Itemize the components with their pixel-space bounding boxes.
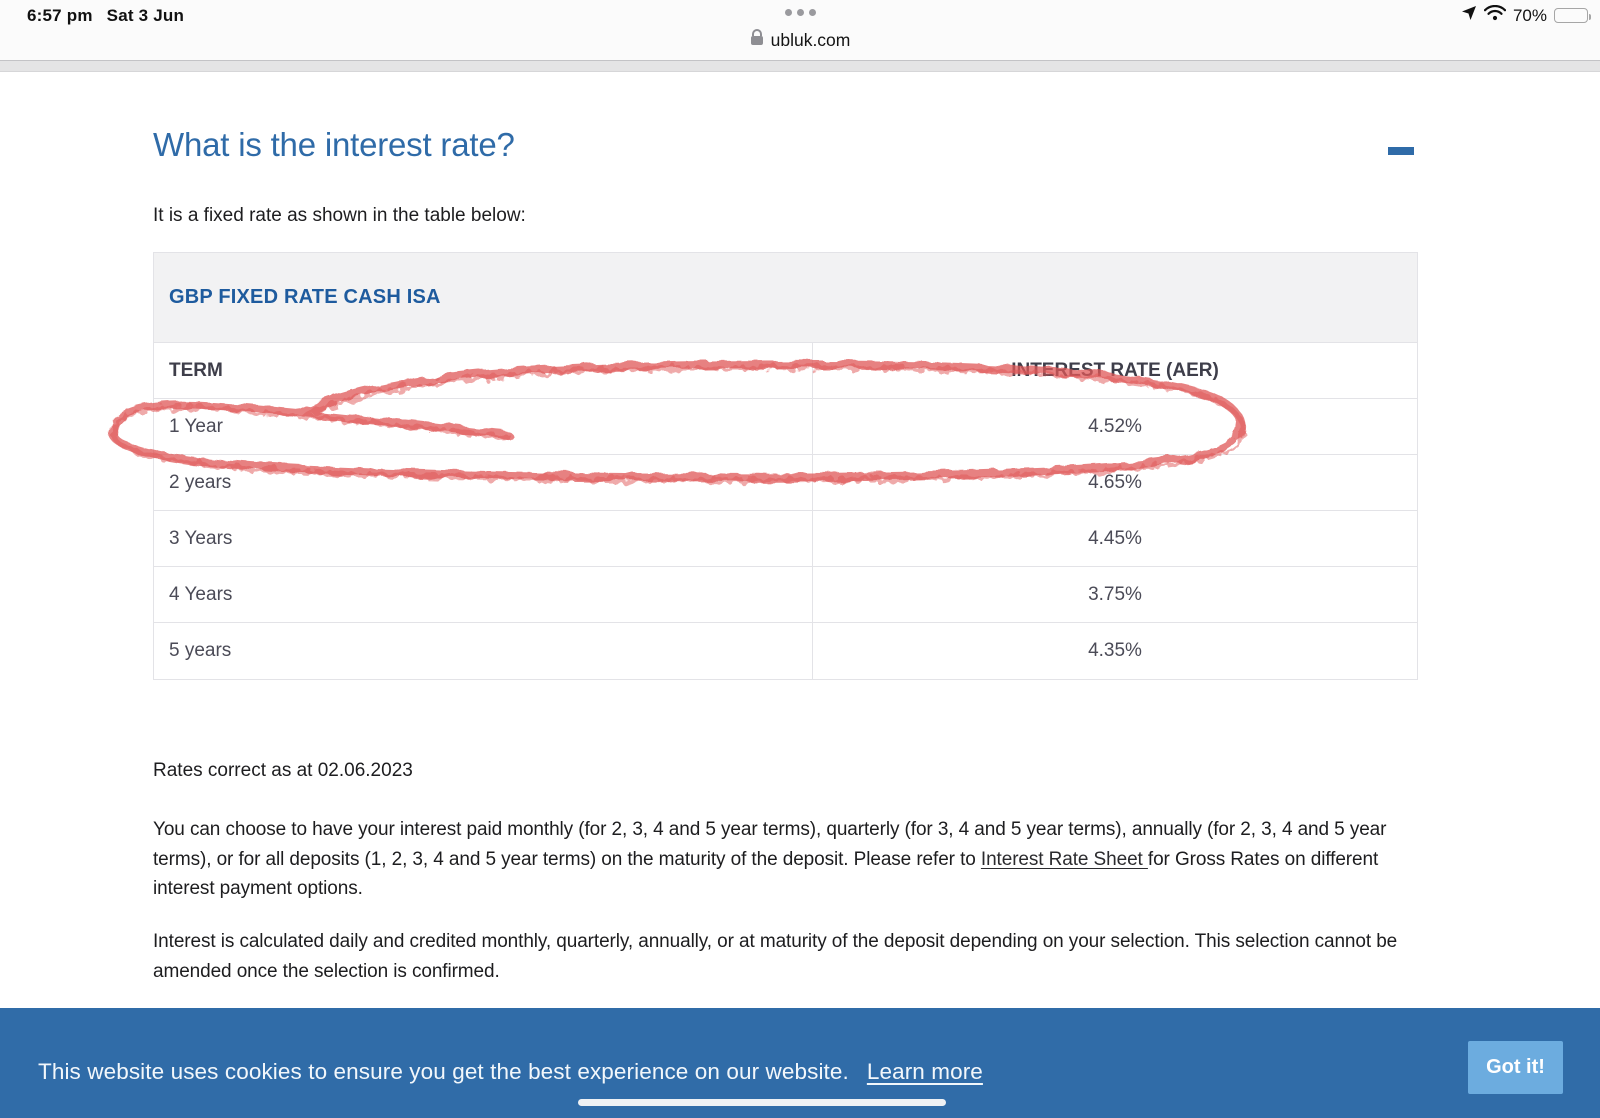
more-tabs-dots-icon[interactable] xyxy=(0,9,1600,16)
minus-collapse-icon[interactable] xyxy=(1388,147,1414,155)
table-header-row: TERM INTEREST RATE (AER) xyxy=(154,343,1417,399)
table-caption: GBP FIXED RATE CASH ISA xyxy=(154,253,1417,343)
term-cell: 4 Years xyxy=(154,567,813,622)
table-row: 4 Years 3.75% xyxy=(154,567,1417,623)
lock-icon xyxy=(750,29,764,51)
wifi-icon xyxy=(1484,5,1506,26)
address-bar[interactable]: ubluk.com xyxy=(0,29,1600,51)
location-arrow-icon xyxy=(1461,5,1477,26)
learn-more-link[interactable]: Learn more xyxy=(867,1059,983,1084)
got-it-button[interactable]: Got it! xyxy=(1468,1041,1563,1094)
term-cell: 1 Year xyxy=(154,399,813,454)
rate-cell: 3.75% xyxy=(813,567,1417,622)
table-row: 1 Year 4.52% xyxy=(154,399,1417,455)
battery-icon xyxy=(1554,8,1588,23)
cookie-message: This website uses cookies to ensure you … xyxy=(38,1059,983,1085)
term-cell: 5 years xyxy=(154,623,813,679)
rate-cell: 4.65% xyxy=(813,455,1417,510)
table-row: 5 years 4.35% xyxy=(154,623,1417,679)
page-content: What is the interest rate? It is a fixed… xyxy=(0,72,1600,1008)
term-cell: 3 Years xyxy=(154,511,813,566)
intro-text: It is a fixed rate as shown in the table… xyxy=(153,205,526,227)
cookie-message-text: This website uses cookies to ensure you … xyxy=(38,1059,849,1084)
interest-payment-paragraph: You can choose to have your interest pai… xyxy=(153,815,1411,904)
page-top-strip xyxy=(0,61,1600,72)
url-text: ubluk.com xyxy=(771,30,851,51)
page-title: What is the interest rate? xyxy=(153,126,515,164)
term-cell: 2 years xyxy=(154,455,813,510)
interest-rate-sheet-link[interactable]: Interest Rate Sheet xyxy=(981,849,1148,870)
rate-cell: 4.52% xyxy=(813,399,1417,454)
interest-calculation-paragraph: Interest is calculated daily and credite… xyxy=(153,927,1411,986)
battery-percent: 70% xyxy=(1513,6,1547,26)
rate-cell: 4.35% xyxy=(813,623,1417,679)
column-header-rate: INTEREST RATE (AER) xyxy=(813,343,1417,398)
rate-cell: 4.45% xyxy=(813,511,1417,566)
table-row: 3 Years 4.45% xyxy=(154,511,1417,567)
table-row: 2 years 4.65% xyxy=(154,455,1417,511)
browser-chrome: 6:57 pm Sat 3 Jun ubluk.com 70% xyxy=(0,0,1600,60)
interest-rate-table: GBP FIXED RATE CASH ISA TERM INTEREST RA… xyxy=(153,252,1418,680)
status-icons: 70% xyxy=(1461,5,1588,26)
rates-correct-note: Rates correct as at 02.06.2023 xyxy=(153,760,413,782)
column-header-term: TERM xyxy=(154,343,813,398)
cookie-banner: This website uses cookies to ensure you … xyxy=(0,1008,1600,1118)
home-indicator[interactable] xyxy=(578,1099,946,1106)
